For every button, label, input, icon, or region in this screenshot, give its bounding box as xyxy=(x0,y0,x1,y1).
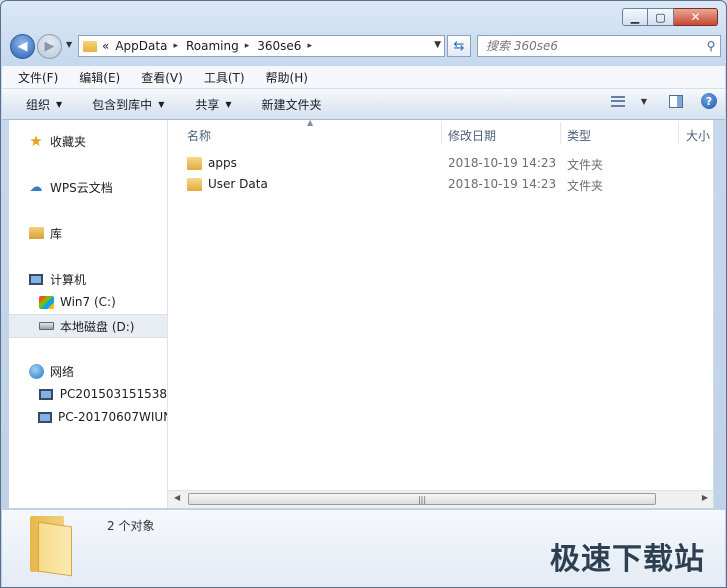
system-drive-icon xyxy=(38,295,54,309)
horizontal-scrollbar[interactable]: ◀ ||| ▶ xyxy=(168,490,713,508)
menu-view[interactable]: 查看(V) xyxy=(125,69,188,86)
scroll-left-icon[interactable]: ◀ xyxy=(174,493,180,502)
menu-edit[interactable]: 编辑(E) xyxy=(63,69,125,86)
explorer-window: ▁ ▢ ✕ ◀ ▶ ▼ « AppData ▸ Roaming ▸ 360se6… xyxy=(0,0,727,588)
include-library-button[interactable]: 包含到库中 ▼ xyxy=(92,96,164,113)
close-button[interactable]: ✕ xyxy=(674,8,718,26)
list-item[interactable]: User Data 2018-10-19 14:23 文件夹 xyxy=(168,174,713,195)
breadcrumb-roaming[interactable]: Roaming xyxy=(186,39,239,53)
chevron-down-icon: ▼ xyxy=(640,96,647,106)
sidebar-item-pc1[interactable]: PC201503151538 xyxy=(9,383,167,405)
sidebar-item-network[interactable]: 网络 xyxy=(9,360,167,382)
watermark: 极速下载站 xyxy=(550,542,705,577)
navigation-pane: ★ 收藏夹 ☁ WPS云文档 库 计算机 Win7 (C:) 本地磁盘 (D:) 网… xyxy=(9,120,168,508)
scroll-right-icon[interactable]: ▶ xyxy=(702,493,708,502)
sidebar-item-computer[interactable]: 计算机 xyxy=(9,268,167,290)
menu-bar: 文件(F) 编辑(E) 查看(V) 工具(T) 帮助(H) xyxy=(2,66,725,89)
breadcrumb-360se6[interactable]: 360se6 xyxy=(257,39,301,53)
star-icon: ★ xyxy=(29,132,43,150)
cloud-icon: ☁ xyxy=(29,179,43,195)
refresh-button[interactable]: ⇆ xyxy=(447,35,471,57)
chevron-right-icon[interactable]: ▸ xyxy=(173,41,178,51)
organize-button[interactable]: 组织 ▼ xyxy=(26,96,62,113)
command-bar: 组织 ▼ 包含到库中 ▼ 共享 ▼ 新建文件夹 ▼ ? xyxy=(2,89,725,120)
folder-icon xyxy=(187,157,202,170)
maximize-icon: ▢ xyxy=(655,10,666,24)
sidebar-item-drive-c[interactable]: Win7 (C:) xyxy=(9,291,167,313)
column-type[interactable]: 类型 xyxy=(567,127,591,144)
search-box[interactable]: ⚲ xyxy=(477,35,721,57)
maximize-button[interactable]: ▢ xyxy=(648,8,674,26)
computer-icon xyxy=(38,388,53,400)
caption-buttons: ▁ ▢ ✕ xyxy=(622,8,718,26)
chevron-down-icon: ▼ xyxy=(56,99,63,109)
column-name[interactable]: 名称 xyxy=(187,127,211,144)
preview-pane-icon[interactable] xyxy=(669,94,683,108)
library-icon xyxy=(28,227,44,239)
file-type: 文件夹 xyxy=(567,179,604,193)
file-name: User Data xyxy=(208,177,268,191)
menu-help[interactable]: 帮助(H) xyxy=(250,69,313,86)
menu-file[interactable]: 文件(F) xyxy=(2,69,63,86)
computer-icon xyxy=(29,273,43,285)
view-controls: ▼ ? xyxy=(610,93,717,109)
close-icon: ✕ xyxy=(690,10,701,24)
arrow-right-icon: ▶ xyxy=(44,39,55,54)
column-divider[interactable] xyxy=(441,122,442,144)
column-date[interactable]: 修改日期 xyxy=(448,127,496,144)
hard-drive-icon xyxy=(38,322,54,330)
chevron-down-icon: ▼ xyxy=(225,99,232,109)
address-history-dropdown[interactable]: ▼ xyxy=(434,40,441,50)
item-count: 2 个对象 xyxy=(107,519,155,533)
file-list: ▲ 名称 修改日期 类型 大小 apps 2018-10-19 14:23 文件… xyxy=(168,120,713,508)
search-icon[interactable]: ⚲ xyxy=(702,39,720,53)
chevron-right-icon[interactable]: ▸ xyxy=(245,41,250,51)
change-view-button[interactable]: ▼ xyxy=(610,95,647,107)
search-input[interactable] xyxy=(478,38,702,54)
minimize-button[interactable]: ▁ xyxy=(622,8,648,26)
address-bar[interactable]: « AppData ▸ Roaming ▸ 360se6 ▸ ▼ xyxy=(78,35,445,57)
file-name: apps xyxy=(208,156,237,170)
breadcrumb-appdata[interactable]: AppData xyxy=(115,39,167,53)
share-button[interactable]: 共享 ▼ xyxy=(195,96,231,113)
scrollbar-thumb[interactable]: ||| xyxy=(188,493,656,505)
sidebar-item-wps-cloud[interactable]: ☁ WPS云文档 xyxy=(9,176,167,198)
network-icon xyxy=(28,363,44,379)
sidebar-item-pc2[interactable]: PC-20170607WIUN xyxy=(9,406,167,428)
column-divider[interactable] xyxy=(678,122,679,144)
divider xyxy=(713,120,714,508)
sidebar-item-library[interactable]: 库 xyxy=(9,222,167,244)
file-date: 2018-10-19 14:23 xyxy=(448,177,557,191)
details-pane: 2 个对象 极速下载站 xyxy=(2,509,725,587)
sidebar-item-favorites[interactable]: ★ 收藏夹 xyxy=(9,130,167,152)
file-type: 文件夹 xyxy=(567,158,604,172)
computer-icon xyxy=(38,411,52,423)
chevron-right-icon[interactable]: ▸ xyxy=(307,41,312,51)
back-button[interactable]: ◀ xyxy=(10,34,35,59)
folder-large-icon xyxy=(30,516,72,577)
view-list-icon xyxy=(610,95,625,107)
arrow-left-icon: ◀ xyxy=(17,39,28,54)
forward-button[interactable]: ▶ xyxy=(37,34,62,59)
new-folder-button[interactable]: 新建文件夹 xyxy=(262,96,322,113)
sidebar-item-drive-d[interactable]: 本地磁盘 (D:) xyxy=(9,314,167,338)
column-size[interactable]: 大小 xyxy=(686,127,710,144)
folder-icon xyxy=(187,178,202,191)
folder-icon xyxy=(83,40,97,52)
list-item[interactable]: apps 2018-10-19 14:23 文件夹 xyxy=(168,153,713,174)
sort-ascending-icon: ▲ xyxy=(307,120,314,127)
path-overflow[interactable]: « xyxy=(102,39,109,53)
chevron-down-icon: ▼ xyxy=(158,99,165,109)
file-date: 2018-10-19 14:23 xyxy=(448,156,557,170)
column-divider[interactable] xyxy=(560,122,561,144)
column-header: ▲ 名称 修改日期 类型 大小 xyxy=(168,120,713,148)
refresh-icon: ⇆ xyxy=(453,38,465,54)
minimize-icon: ▁ xyxy=(630,10,640,24)
recent-pages-dropdown[interactable]: ▼ xyxy=(66,40,72,49)
navigation-bar: ◀ ▶ ▼ « AppData ▸ Roaming ▸ 360se6 ▸ ▼ ⇆… xyxy=(10,34,721,60)
menu-tools[interactable]: 工具(T) xyxy=(188,69,250,86)
help-icon[interactable]: ? xyxy=(701,93,717,109)
